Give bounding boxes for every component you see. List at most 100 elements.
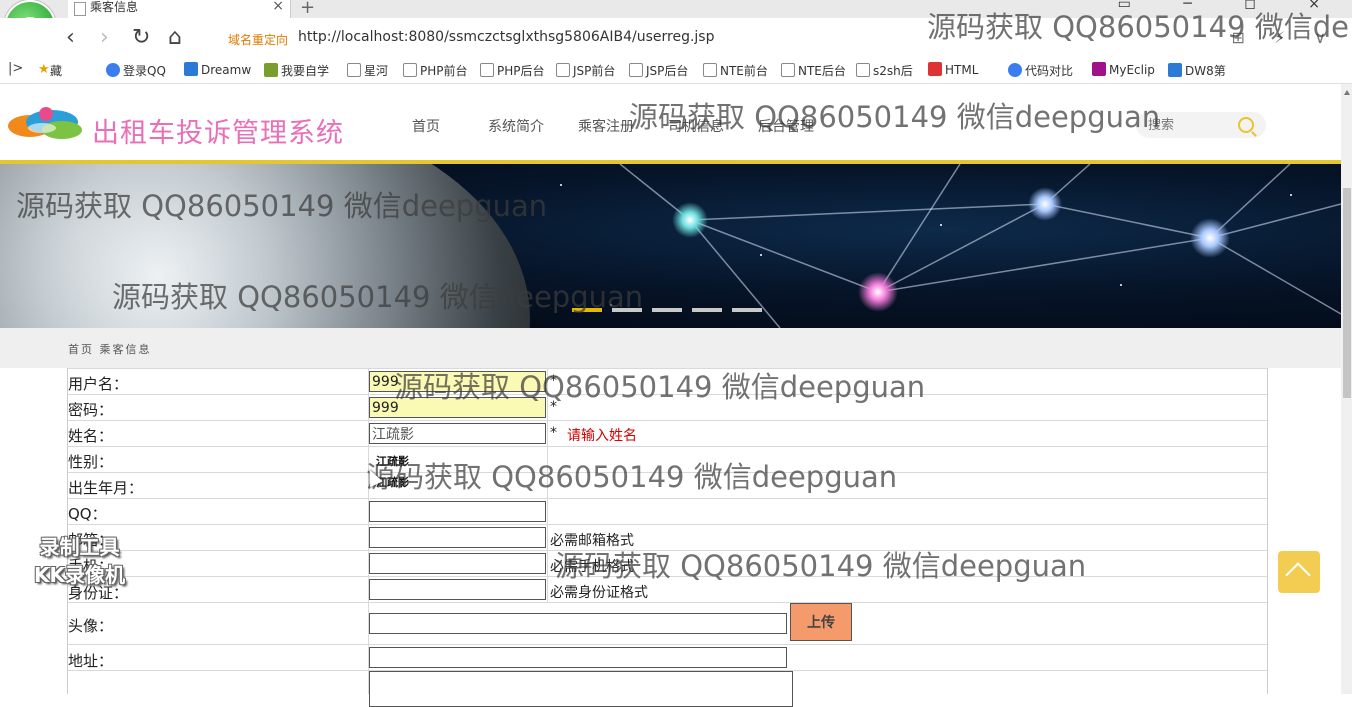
watermark-text: 源码获取 QQ86050149 微信deepguan bbox=[394, 370, 926, 404]
upload-button[interactable]: 上传 bbox=[790, 603, 852, 641]
breadcrumb: 首页 乘客信息 bbox=[68, 343, 152, 356]
idcard-field[interactable] bbox=[369, 579, 546, 600]
compare-icon bbox=[1008, 63, 1022, 77]
page-icon bbox=[781, 63, 795, 77]
qq-icon bbox=[106, 63, 120, 77]
page-icon bbox=[74, 2, 86, 16]
required-mark: * bbox=[550, 425, 557, 441]
tab-title: 乘客信息 bbox=[90, 0, 139, 14]
bookmark-self-study[interactable]: 我要自学 bbox=[264, 62, 329, 79]
star-glow-icon bbox=[1028, 187, 1062, 221]
page-icon bbox=[556, 63, 570, 77]
avatar-label: 头像： bbox=[68, 617, 114, 635]
phone-field[interactable] bbox=[369, 553, 546, 574]
star-glow-icon bbox=[1190, 218, 1230, 258]
sidebar-toggle-icon[interactable]: |> bbox=[8, 61, 23, 76]
recorder-watermark-line1: 录制工具 bbox=[39, 535, 120, 559]
search-icon[interactable] bbox=[1238, 117, 1254, 133]
email-field[interactable] bbox=[369, 527, 546, 548]
bookmark-html[interactable]: HTML bbox=[928, 62, 978, 77]
html-icon bbox=[928, 62, 942, 76]
watermark-text: 源码获取 QQ86050149 微信deepguan bbox=[112, 280, 644, 314]
slider-dot[interactable] bbox=[652, 308, 682, 312]
bookmark-dreamweaver[interactable]: Dreamw bbox=[184, 62, 251, 77]
star-icon: ★ bbox=[38, 62, 50, 77]
passenger-registration-form: 用户名： * 密码： * 姓名： * 请输入姓名 性别： 江疏影 出生年月： 江… bbox=[67, 368, 1268, 707]
new-tab-button[interactable]: + bbox=[300, 0, 315, 18]
myeclipse-icon bbox=[1092, 62, 1106, 76]
bookmark-nte-front[interactable]: NTE前台 bbox=[703, 62, 768, 79]
site-logo-icon[interactable] bbox=[6, 104, 88, 146]
password-label: 密码： bbox=[68, 401, 114, 419]
watermark-text: 源码获取 QQ86050149 微信deepguan bbox=[555, 549, 1087, 583]
slider-dot[interactable] bbox=[732, 308, 762, 312]
dreamweaver-icon bbox=[184, 62, 198, 76]
remarks-textarea[interactable] bbox=[369, 671, 793, 707]
bookmark-s2sh[interactable]: s2sh后 bbox=[856, 62, 913, 79]
watermark-text: 源码获取 QQ86050149 微信deepguan bbox=[16, 189, 548, 223]
form-row-address: 地址： bbox=[68, 644, 1267, 671]
forward-icon[interactable]: › bbox=[100, 24, 109, 52]
name-label: 姓名： bbox=[68, 427, 114, 445]
page-icon bbox=[629, 63, 643, 77]
slider-dot[interactable] bbox=[692, 308, 722, 312]
name-field[interactable] bbox=[369, 423, 546, 444]
address-field[interactable] bbox=[369, 647, 787, 668]
bookmark-jsp-front[interactable]: JSP前台 bbox=[556, 62, 615, 79]
birthdate-label: 出生年月： bbox=[68, 479, 144, 497]
star-icon bbox=[760, 254, 762, 256]
form-row-name: 姓名： * 请输入姓名 bbox=[68, 420, 1267, 447]
name-error: 请输入姓名 bbox=[567, 428, 637, 444]
avatar-path-field[interactable] bbox=[369, 613, 787, 634]
redirect-label: 域名重定向 bbox=[228, 33, 289, 47]
refresh-icon[interactable]: ↻ bbox=[132, 24, 150, 52]
recorder-watermark-line2: KK录像机 bbox=[34, 563, 125, 587]
browser-tab[interactable]: 乘客信息 × bbox=[68, 0, 291, 18]
qq-label: QQ： bbox=[68, 505, 107, 523]
star-glow-icon bbox=[858, 272, 898, 312]
star-icon bbox=[940, 224, 942, 226]
bookmark-nte-back[interactable]: NTE后台 bbox=[781, 62, 846, 79]
form-row-avatar: 头像： bbox=[68, 602, 1267, 645]
bookmarks-bar: |> ★ 收藏 登录QQ Dreamw 我要自学 星河 PHP前台 PHP后台 J… bbox=[0, 58, 1352, 84]
nav-about[interactable]: 系统简介 bbox=[488, 116, 544, 136]
star-icon bbox=[1120, 284, 1122, 286]
bookmark-code-compare[interactable]: 代码对比 bbox=[1008, 62, 1073, 79]
page-icon bbox=[264, 63, 278, 77]
back-to-top-button[interactable] bbox=[1278, 551, 1320, 593]
watermark-text: 源码获取 QQ86050149 微信deepguan bbox=[629, 100, 1161, 134]
recorder-watermark: 录制工具 KK录像机 bbox=[34, 533, 125, 589]
bookmark-qq[interactable]: 登录QQ bbox=[106, 62, 166, 79]
bookmark-myeclipse[interactable]: MyEclip bbox=[1092, 62, 1155, 77]
address-label: 地址： bbox=[68, 652, 114, 670]
tab-close-icon[interactable]: × bbox=[272, 0, 284, 14]
nav-register[interactable]: 乘客注册 bbox=[578, 116, 634, 136]
username-label: 用户名： bbox=[68, 375, 129, 393]
url-field[interactable]: http://localhost:8080/ssmczctsglxthsg580… bbox=[298, 29, 714, 45]
image-icon bbox=[856, 63, 870, 77]
gender-label: 性别： bbox=[68, 453, 114, 471]
star-glow-icon bbox=[672, 202, 708, 238]
star-icon bbox=[560, 184, 562, 186]
bookmark-php-back[interactable]: PHP后台 bbox=[480, 62, 545, 79]
watermark-text: 源码获取 QQ86050149 微信deepguan bbox=[366, 460, 898, 494]
bookmark-favorites[interactable]: ★ 收藏 bbox=[38, 62, 62, 79]
bookmark-php-front[interactable]: PHP前台 bbox=[403, 62, 468, 79]
page-icon bbox=[480, 63, 494, 77]
scroll-up-icon[interactable] bbox=[1344, 90, 1350, 95]
watermark-text: 源码获取 QQ86050149 微信de bbox=[927, 10, 1349, 44]
scrollbar-thumb[interactable] bbox=[1343, 188, 1351, 398]
back-icon[interactable]: ‹ bbox=[66, 24, 75, 52]
home-icon[interactable]: ⌂ bbox=[168, 24, 182, 52]
paw-icon bbox=[1168, 63, 1182, 77]
breadcrumb-bar: 首页 乘客信息 bbox=[0, 328, 1341, 368]
qq-field[interactable] bbox=[369, 501, 546, 522]
bookmark-jsp-back[interactable]: JSP后台 bbox=[629, 62, 688, 79]
bookmark-xinghe[interactable]: 星河 bbox=[347, 62, 388, 79]
idcard-hint: 必需身份证格式 bbox=[550, 585, 648, 601]
site-title: 出租车投诉管理系统 bbox=[92, 118, 344, 149]
bookmark-dw8[interactable]: DW8第 bbox=[1168, 62, 1226, 79]
page-icon bbox=[703, 63, 717, 77]
star-icon bbox=[1290, 194, 1292, 196]
nav-home[interactable]: 首页 bbox=[412, 116, 440, 136]
